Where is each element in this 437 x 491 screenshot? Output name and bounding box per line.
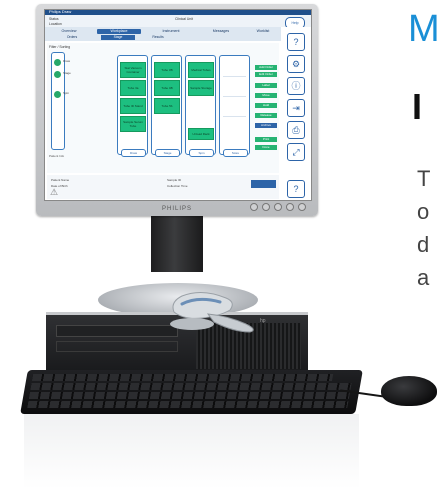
workflow-column-stage: Tube 3B Tube 4B Tube 5b Stage — [151, 55, 182, 157]
key-row — [30, 383, 352, 390]
tab-overview[interactable]: Overview — [51, 29, 87, 34]
side-paragraph-line-1: T — [417, 166, 431, 191]
monitor-button[interactable] — [286, 203, 294, 211]
monitor-stand-neck — [151, 212, 203, 272]
tab-workplace[interactable]: Workplace — [97, 29, 141, 34]
empty-slot-divider — [223, 116, 246, 117]
header-field-location: Location — [49, 22, 62, 26]
rail-item-label: Spin — [63, 91, 70, 95]
drive-bay — [56, 341, 178, 352]
sample-card[interactable]: Tube 4B — [154, 80, 180, 96]
help-circle-icon[interactable]: ? — [287, 180, 305, 198]
sample-card[interactable]: Tube 3a — [120, 80, 146, 96]
stage-panel: Filter / Sorting Draw Stage Spin Patient… — [47, 43, 279, 173]
action-list: Add Order Edit Order Label Move Hold Rel… — [253, 63, 279, 173]
filter-label: Filter / Sorting — [49, 45, 71, 49]
sample-card[interactable]: Unload Rack — [188, 128, 214, 140]
action-item-selected[interactable]: Archive — [255, 123, 277, 128]
barcode-scanner — [170, 292, 254, 333]
subtab-stage[interactable]: Stage — [101, 35, 135, 40]
side-paragraph-line-3: d — [417, 232, 430, 257]
action-item[interactable]: Move — [255, 93, 277, 98]
key-row — [28, 392, 350, 399]
column-footer: Stage — [155, 149, 180, 157]
detail-label: Patient Name — [51, 178, 70, 182]
sample-card[interactable]: Sample Storage — [188, 80, 214, 96]
main-nav: Overview Workplace Instrument Messages W… — [45, 27, 281, 41]
rail-item-label: Stage — [63, 71, 71, 75]
power-icon[interactable] — [250, 203, 258, 211]
monitor-button[interactable] — [274, 203, 282, 211]
sample-card[interactable]: Sample Serum Tube — [120, 116, 146, 132]
side-heading-fragment: M — [408, 8, 437, 50]
action-item[interactable]: Print — [255, 137, 277, 142]
key-row — [27, 401, 349, 408]
action-item[interactable]: Edit Order — [255, 72, 277, 77]
subtab-results[interactable]: Results — [143, 35, 173, 40]
column-footer: Spin — [189, 149, 214, 157]
floor-reflection — [24, 414, 359, 489]
rail-status-dot — [54, 59, 61, 66]
tab-instrument[interactable]: Instrument — [149, 29, 193, 34]
action-item[interactable]: Release — [255, 113, 277, 118]
detail-label: Sample ID — [167, 178, 182, 182]
confirm-button[interactable] — [251, 180, 276, 188]
monitor-screen: Philips Draw Status Location Clinical Un… — [44, 9, 312, 201]
sample-card[interactable]: Medical Tubes — [188, 62, 214, 78]
tab-worklist[interactable]: Worklist — [247, 29, 279, 34]
sample-card[interactable]: Tube 5b — [154, 98, 180, 114]
workflow-column-store: Store — [219, 55, 250, 157]
keyboard — [20, 370, 363, 414]
rail-item-label: Draw — [63, 59, 71, 63]
info-icon[interactable]: ⓘ — [287, 77, 305, 95]
monitor-button[interactable] — [262, 203, 270, 211]
monitor-button[interactable] — [298, 203, 306, 211]
patient-info-label: Patient Info — [49, 154, 65, 158]
print-icon[interactable]: ⎙ — [287, 121, 305, 139]
mouse — [381, 376, 437, 406]
expand-icon[interactable]: ⤢ — [287, 143, 305, 161]
header-field-clinical-unit: Clinical Unit — [175, 17, 193, 21]
workstation-photo: M I T o d a Philips Draw Status Location… — [0, 0, 437, 491]
sample-card[interactable]: Tube ID Stand — [120, 98, 146, 114]
action-item[interactable]: Add Order — [255, 65, 277, 70]
tab-messages[interactable]: Messages — [201, 29, 241, 34]
help-icon[interactable]: ? — [287, 33, 305, 51]
warning-icon[interactable]: ⚠ — [50, 187, 58, 198]
workflow-column-spin: Medical Tubes Sample Storage Unload Rack… — [185, 55, 216, 157]
monitor: Philips Draw Status Location Clinical Un… — [36, 4, 318, 216]
workflow-column-draw: Stat Vacuum Container Tube 3a Tube ID St… — [117, 55, 148, 157]
empty-slot-divider — [223, 96, 246, 97]
action-item[interactable]: Done — [255, 145, 277, 150]
export-icon[interactable]: ⇥ — [287, 99, 305, 117]
column-footer: Store — [223, 149, 248, 157]
sample-card[interactable]: Tube 3B — [154, 62, 180, 78]
rail-status-dot — [54, 91, 61, 98]
action-item[interactable]: Label — [255, 83, 277, 88]
settings-icon[interactable]: ⚙ — [287, 55, 305, 73]
monitor-bezel: PHILIPS — [36, 199, 318, 216]
sample-card[interactable]: Stat Vacuum Container — [120, 62, 146, 78]
side-paragraph-line-2: o — [417, 199, 430, 224]
subtab-orders[interactable]: Orders — [57, 35, 87, 40]
empty-slot-divider — [223, 76, 246, 77]
key-row — [31, 374, 334, 381]
header-field-status: Status — [49, 17, 59, 21]
detail-label: Collection Time — [167, 184, 188, 188]
rail-status-dot — [54, 71, 61, 78]
action-item[interactable]: Hold — [255, 103, 277, 108]
process-rail: Draw Stage Spin — [51, 52, 71, 150]
side-subheading-fragment: I — [412, 86, 423, 127]
app-title: Philips Draw — [49, 9, 72, 14]
tool-column: ? ⚙ ⓘ ⇥ ⎙ ⤢ ? — [281, 27, 311, 200]
optical-drive-bay — [56, 325, 178, 337]
column-footer: Draw — [121, 149, 146, 157]
sample-details-panel: Patient Name Date of Birth Sample ID Col… — [47, 175, 279, 199]
side-paragraph-line-4: a — [417, 265, 430, 290]
